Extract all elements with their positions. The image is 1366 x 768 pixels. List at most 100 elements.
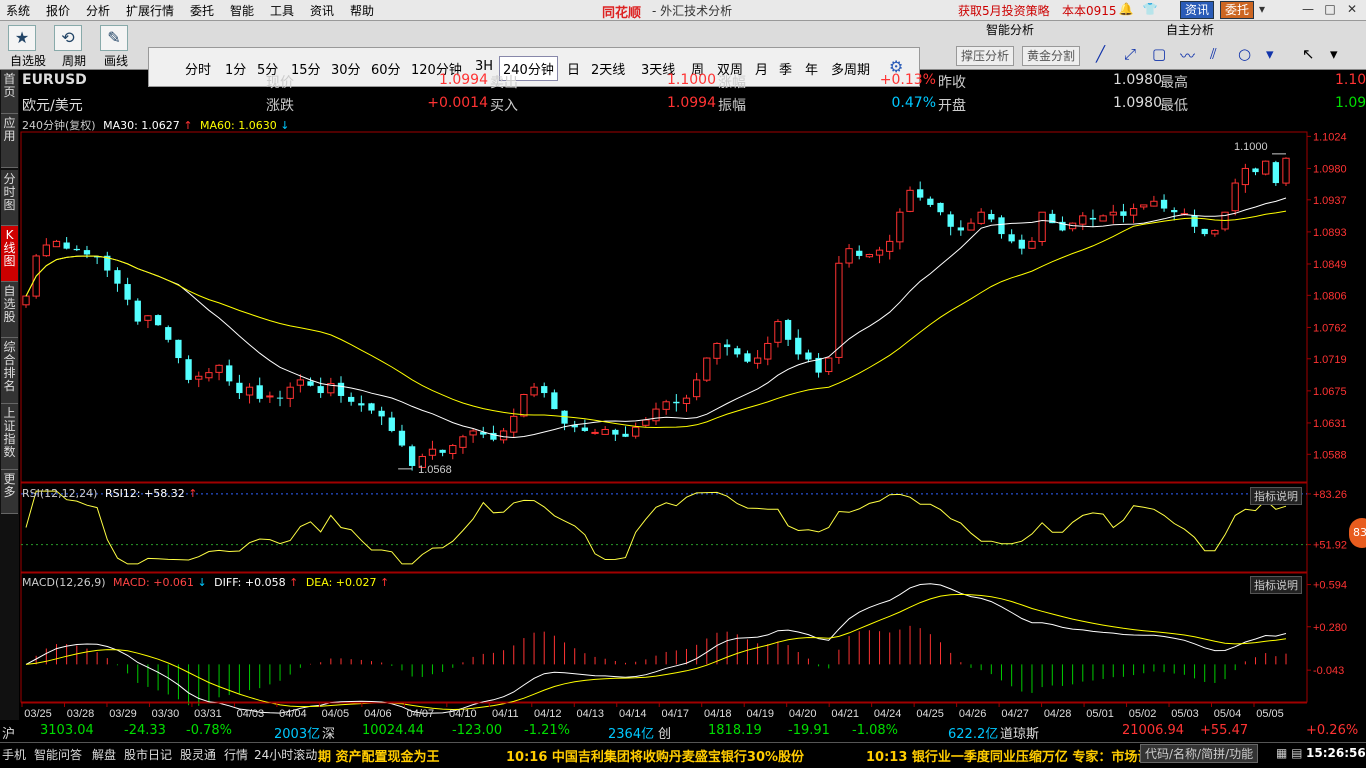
candle-body xyxy=(185,359,192,380)
status-diary[interactable]: 股市日记 xyxy=(124,746,172,763)
status-qa[interactable]: 智能问答 xyxy=(34,746,82,763)
candle-body xyxy=(632,426,640,437)
candle-body xyxy=(388,417,395,431)
status-bar: 手机 智能问答 解盘 股市日记 股灵通 行情 24小时滚动 期 资产配置现金为王… xyxy=(0,742,1366,768)
diff-arrow: ↑ xyxy=(289,576,299,589)
candle-body xyxy=(856,250,863,256)
candle-body xyxy=(144,315,152,321)
rsi-panel: +83.26 +51.92 xyxy=(20,482,1347,573)
search-input[interactable]: 代码/名称/简拼/功能 xyxy=(1140,744,1259,763)
x-tick-label: 04/24 xyxy=(874,708,902,720)
chart-area[interactable]: 1.1024 1.0980 1.0937 1.0893 1.0849 1.0806 1.07… xyxy=(0,0,1366,767)
candle-body xyxy=(205,372,213,379)
x-tick-label: 04/05 xyxy=(322,708,350,720)
x-tick-label: 04/26 xyxy=(959,708,987,720)
candle-body xyxy=(236,382,243,394)
status-24h[interactable]: 24小时滚动 xyxy=(254,746,317,763)
candle-body xyxy=(977,211,985,224)
candle-body xyxy=(998,217,1005,235)
x-tick-label: 03/25 xyxy=(24,708,52,720)
x-tick-label: 04/10 xyxy=(449,708,477,720)
news-ticker-3[interactable]: 10:13 银行业一季度同业压缩万亿 专家：市场调 xyxy=(866,746,1150,765)
candle-body xyxy=(408,446,416,466)
x-tick-label: 04/17 xyxy=(661,708,689,720)
candle-body xyxy=(428,448,437,456)
ma60-line xyxy=(25,210,1287,429)
x-tick-label: 04/12 xyxy=(534,708,562,720)
x-tick-label: 03/28 xyxy=(67,708,95,720)
candle-body xyxy=(662,401,670,410)
candle-body xyxy=(764,342,772,360)
cy-change: -19.91 xyxy=(788,723,830,738)
candle-body xyxy=(652,408,660,422)
candle-body xyxy=(530,386,538,396)
candle-body xyxy=(601,429,609,435)
candle-body xyxy=(1241,167,1250,186)
macd-arrow: ↓ xyxy=(197,576,207,589)
candle-body xyxy=(459,436,467,448)
candle-body xyxy=(845,248,853,264)
x-tick-label: 04/11 xyxy=(492,708,519,720)
candle-body xyxy=(73,248,80,251)
macd-help-button[interactable]: 指标说明 xyxy=(1250,576,1302,594)
sh-value[interactable]: 3103.04 xyxy=(40,723,94,738)
sh-pct: -0.78% xyxy=(186,723,232,738)
candle-body xyxy=(947,214,954,227)
candle-body xyxy=(358,403,365,406)
candle-body xyxy=(835,262,843,358)
candle-body xyxy=(1150,200,1158,207)
rsi-help-button[interactable]: 指标说明 xyxy=(1250,487,1302,505)
candle-body xyxy=(114,270,121,284)
macd-tick-label: +0.280 xyxy=(1313,622,1347,634)
news-ticker-1[interactable]: 期 资产配置现金为王 xyxy=(318,746,440,765)
candle-body xyxy=(520,394,528,417)
news-ticker-2[interactable]: 10:16 中国吉利集团将收购丹麦盛宝银行30%股份 xyxy=(506,746,804,765)
y-tick-label: 1.0588 xyxy=(1313,449,1347,461)
cy-volume: 622.2亿 xyxy=(948,727,999,742)
cy-pct: -1.08% xyxy=(852,723,898,738)
status-quote[interactable]: 行情 xyxy=(224,746,248,763)
cy-value[interactable]: 1818.19 xyxy=(708,723,762,738)
annotation-label: 1.1000 xyxy=(1234,141,1268,153)
x-tick-label: 05/05 xyxy=(1256,708,1284,720)
y-tick-label: 1.0937 xyxy=(1313,195,1347,207)
candle-body xyxy=(317,386,324,394)
rsi-line xyxy=(25,490,1287,565)
x-tick-label: 04/06 xyxy=(364,708,392,720)
candle-body xyxy=(256,385,263,399)
candle-body xyxy=(1109,211,1117,216)
ma60-label: MA60: 1.0630 xyxy=(200,119,277,132)
candle-body xyxy=(875,249,884,256)
kline-header: 240分钟(复权) MA30: 1.0627 ↑ MA60: 1.0630 ↓ xyxy=(22,117,289,133)
status-review[interactable]: 解盘 xyxy=(92,746,116,763)
status-stock-tips[interactable]: 股灵通 xyxy=(180,746,216,763)
ma30-line xyxy=(25,197,1287,439)
candle-body xyxy=(795,337,802,355)
candle-body xyxy=(957,227,964,231)
dj-value[interactable]: 21006.94 xyxy=(1122,723,1184,738)
diff-line xyxy=(25,583,1287,714)
x-tick-label: 03/31 xyxy=(194,708,222,720)
dea-line xyxy=(25,593,1287,711)
x-tick-label: 04/19 xyxy=(746,708,774,720)
candle-body xyxy=(906,189,914,212)
candle-body xyxy=(673,401,680,404)
x-tick-label: 04/27 xyxy=(1001,708,1029,720)
candle-body xyxy=(1140,204,1148,208)
candle-body xyxy=(398,430,406,446)
candle-body xyxy=(896,211,904,243)
candle-body xyxy=(551,392,558,410)
rsi-badge[interactable]: 83 xyxy=(1349,518,1366,548)
cy-label: 创 xyxy=(658,727,672,742)
candle-body xyxy=(1231,182,1239,212)
candle-body xyxy=(1008,234,1015,242)
candle-body xyxy=(1201,228,1208,235)
candle-body xyxy=(692,379,701,398)
ma30-arrow: ↑ xyxy=(183,119,193,132)
candle-body xyxy=(378,410,385,417)
candle-body xyxy=(591,431,599,434)
status-mobile[interactable]: 手机 xyxy=(2,746,26,763)
candle-body xyxy=(865,254,874,258)
candle-body xyxy=(1252,168,1259,173)
sz-value[interactable]: 10024.44 xyxy=(362,723,424,738)
